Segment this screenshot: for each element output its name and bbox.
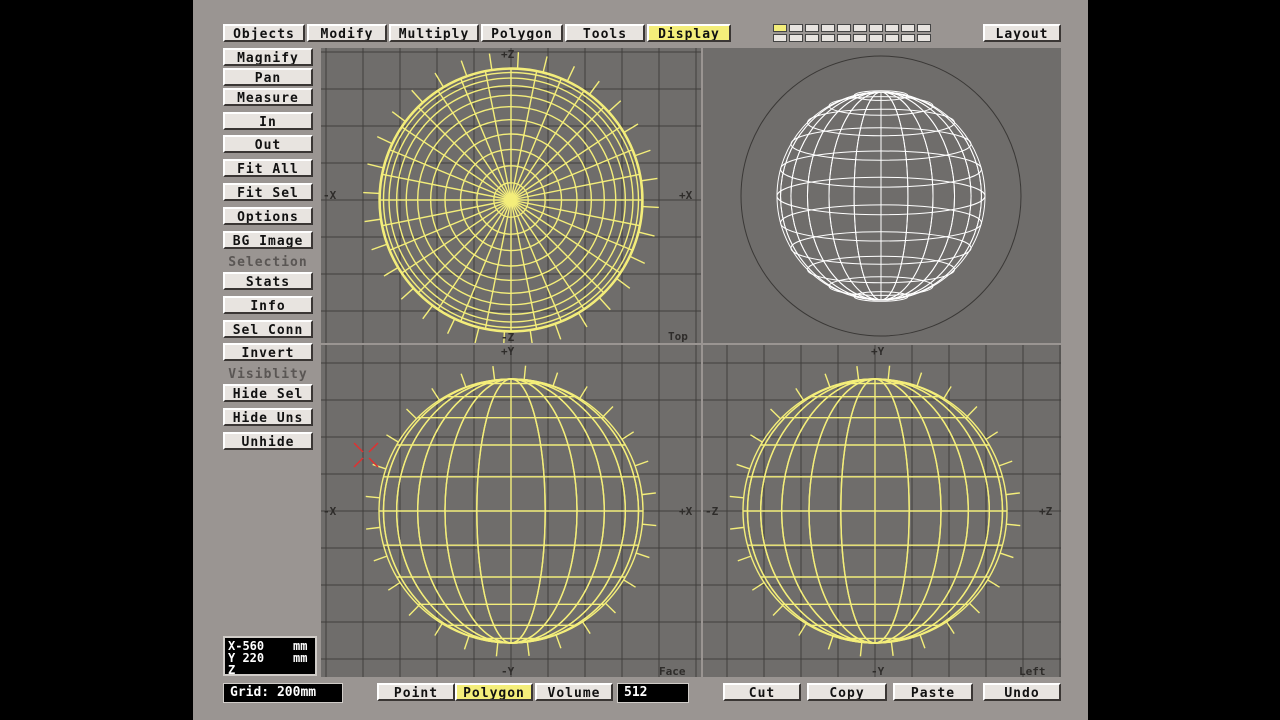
layer-cell[interactable] [837,24,851,32]
coordinate-readout: X-560 mm Y 220 mm Z [223,636,317,676]
layer-cell[interactable] [901,34,915,42]
modeler-window: Objects Modify Multiply Polygon Tools Di… [193,0,1088,720]
cursor-crosshair-icon [353,442,379,468]
mode-volume-button[interactable]: Volume [535,683,613,701]
fit-sel-button[interactable]: Fit Sel [223,183,313,201]
layer-cell[interactable] [789,34,803,42]
options-button[interactable]: Options [223,207,313,225]
face-axis-top-label: +Y [501,345,515,358]
layer-cell[interactable] [821,24,835,32]
layer-cell[interactable] [853,24,867,32]
coord-z: Z [228,663,236,677]
polygon-count: 512 [617,683,689,703]
layer-cell[interactable] [917,24,931,32]
copy-button[interactable]: Copy [807,683,887,701]
menu-polygon[interactable]: Polygon [481,24,563,42]
face-axis-right-label: +X [679,505,693,518]
layer-cell[interactable] [837,34,851,42]
layer-cell[interactable] [789,24,803,32]
zoom-in-button[interactable]: In [223,112,313,130]
face-axis-bottom-label: -Y [501,665,515,678]
wireframe-top [321,48,701,343]
layer-cell[interactable] [805,34,819,42]
wireframe-side [703,345,1061,677]
top-axis-right-label: +X [679,189,693,202]
viewport-face-label: Face [659,665,686,678]
stats-button[interactable]: Stats [223,272,313,290]
visibility-group-label: Visiblity [228,367,308,382]
left-axis-bottom-label: -Y [871,665,885,678]
pan-button[interactable]: Pan [223,68,313,86]
paste-button[interactable]: Paste [893,683,973,701]
layer-selector[interactable] [773,24,939,44]
viewport-top[interactable] [321,48,701,343]
mode-point-button[interactable]: Point [377,683,455,701]
menu-objects[interactable]: Objects [223,24,305,42]
unhide-button[interactable]: Unhide [223,432,313,450]
hide-sel-button[interactable]: Hide Sel [223,384,313,402]
layer-cell[interactable] [869,34,883,42]
layer-cell[interactable] [821,34,835,42]
bg-image-button[interactable]: BG Image [223,231,313,249]
layer-cell[interactable] [885,24,899,32]
layout-button[interactable]: Layout [983,24,1061,42]
layer-cell[interactable] [805,24,819,32]
layer-cell[interactable] [773,24,787,32]
undo-button[interactable]: Undo [983,683,1061,701]
hide-uns-button[interactable]: Hide Uns [223,408,313,426]
measure-button[interactable]: Measure [223,88,313,106]
viewport-left-label: Left [1019,665,1046,678]
selection-group-label: Selection [228,255,308,270]
viewport-perspective[interactable] [703,48,1061,343]
top-axis-bottom-label: -Z [501,331,515,344]
cut-button[interactable]: Cut [723,683,801,701]
top-axis-left-label: -X [323,189,337,202]
zoom-out-button[interactable]: Out [223,135,313,153]
menu-modify[interactable]: Modify [307,24,387,42]
wireframe-side [321,345,701,677]
viewport-top-label: Top [668,330,688,343]
coord-y: Y 220 mm [228,651,308,665]
menu-multiply[interactable]: Multiply [389,24,479,42]
layer-cell[interactable] [917,34,931,42]
left-axis-right-label: +Z [1039,505,1053,518]
menu-display[interactable]: Display [647,24,731,42]
layer-cell[interactable] [853,34,867,42]
fit-all-button[interactable]: Fit All [223,159,313,177]
layer-cell[interactable] [869,24,883,32]
grid-size-display: Grid: 200mm [223,683,343,703]
wireframe-perspective [740,55,1022,337]
info-button[interactable]: Info [223,296,313,314]
face-axis-left-label: -X [323,505,337,518]
viewport-left[interactable] [703,345,1061,677]
left-axis-top-label: +Y [871,345,885,358]
sel-conn-button[interactable]: Sel Conn [223,320,313,338]
menu-tools[interactable]: Tools [565,24,645,42]
viewport-face[interactable] [321,345,701,677]
layer-cell[interactable] [885,34,899,42]
mode-polygon-button[interactable]: Polygon [455,683,533,701]
magnify-button[interactable]: Magnify [223,48,313,66]
top-axis-top-label: +Z [501,48,515,61]
invert-button[interactable]: Invert [223,343,313,361]
left-axis-left-label: -Z [705,505,719,518]
layer-cell[interactable] [901,24,915,32]
layer-cell[interactable] [773,34,787,42]
